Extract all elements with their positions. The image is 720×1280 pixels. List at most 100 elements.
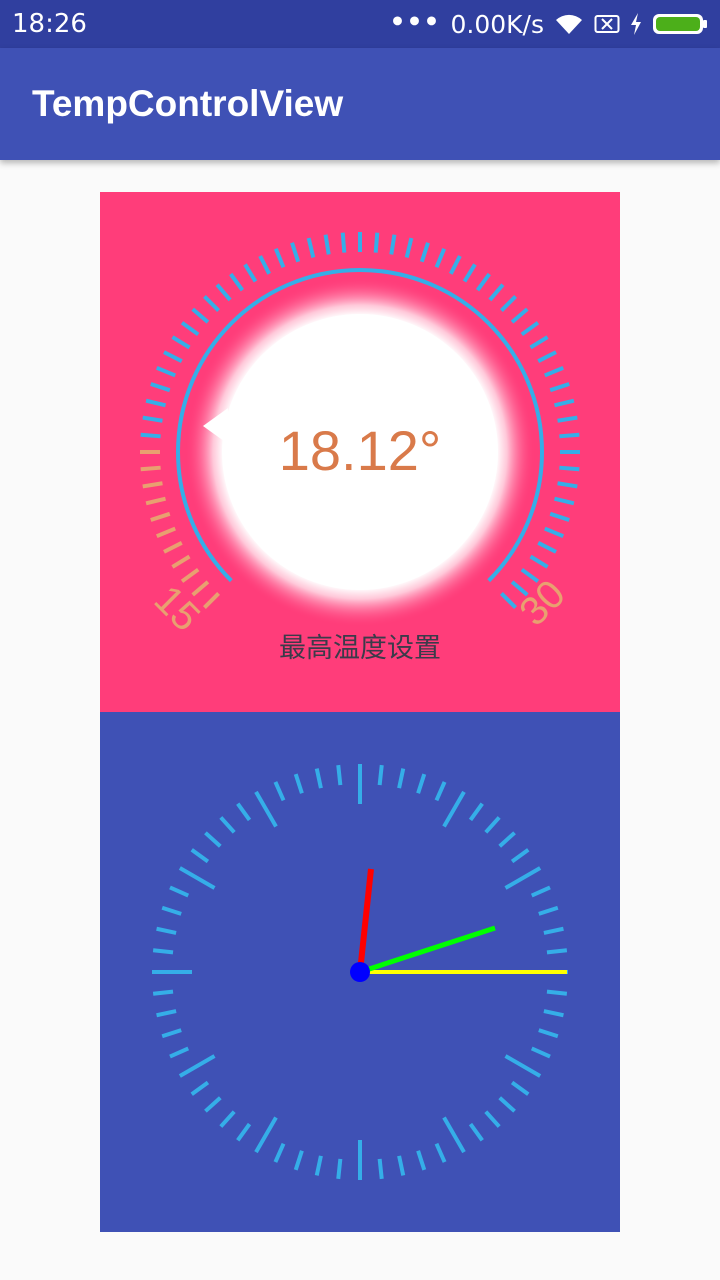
clock-minor-tick <box>510 1080 530 1096</box>
temp-tick <box>191 307 210 324</box>
temp-tick <box>554 496 575 506</box>
clock-minor-tick <box>434 1142 447 1163</box>
temp-tick <box>529 554 549 569</box>
clock-minor-tick <box>543 1009 564 1018</box>
clock-minor-tick <box>397 1155 406 1176</box>
hour-hand <box>357 868 374 973</box>
temp-tick <box>191 580 210 597</box>
sim-disabled-icon <box>594 13 620 35</box>
battery-icon <box>652 12 708 36</box>
clock-minor-tick <box>293 1150 304 1171</box>
clock-minor-tick <box>484 1110 501 1128</box>
clock-minor-tick <box>273 781 286 802</box>
clock-minor-tick <box>273 1142 286 1163</box>
temp-tick <box>155 365 176 378</box>
temp-tick <box>243 263 258 283</box>
clock-minor-tick <box>377 1158 384 1180</box>
temp-tick <box>150 382 171 393</box>
temp-tick <box>290 242 301 263</box>
clock-minor-tick <box>336 1158 343 1180</box>
clock-major-tick <box>442 790 466 828</box>
temp-tick <box>475 272 491 292</box>
temp-tick <box>520 321 540 337</box>
clock-minor-tick <box>169 885 190 898</box>
temp-tick <box>229 272 245 292</box>
charging-bolt-icon <box>630 13 642 35</box>
more-dots-icon: ••• <box>389 6 441 36</box>
temp-tick <box>203 592 220 609</box>
clock-minor-tick <box>434 781 447 802</box>
clock-minor-tick <box>152 989 174 996</box>
clock-minor-tick <box>468 1122 484 1142</box>
temp-tick <box>373 232 380 253</box>
clock-minor-tick <box>498 831 516 848</box>
temp-tick <box>163 350 183 363</box>
clock-view <box>100 712 620 1232</box>
clock-minor-tick <box>156 1009 177 1018</box>
temp-tick <box>215 283 232 302</box>
clock-minor-tick <box>538 905 559 916</box>
temp-tick <box>180 567 200 583</box>
clock-major-tick <box>178 866 216 890</box>
clock-face <box>152 764 568 1180</box>
clock-major-tick <box>504 1054 542 1078</box>
clock-minor-tick <box>538 1028 559 1039</box>
temp-tick <box>150 511 171 522</box>
clock-minor-tick <box>377 764 384 786</box>
clock-minor-tick <box>498 1096 516 1113</box>
clock-major-tick <box>254 790 278 828</box>
clock-minor-tick <box>546 989 568 996</box>
clock-major-tick <box>178 1054 216 1078</box>
temp-tick <box>488 283 505 302</box>
clock-major-tick <box>442 1116 466 1154</box>
temp-tick <box>554 398 575 408</box>
clock-minor-tick <box>530 1046 551 1059</box>
temp-control-view[interactable]: 15 30 18.12° 最高温度设置 <box>100 192 620 712</box>
temp-tick <box>462 263 477 283</box>
clock-minor-tick <box>336 764 343 786</box>
clock-minor-tick <box>236 802 252 822</box>
clock-minor-tick <box>161 905 182 916</box>
temp-tick <box>323 234 331 255</box>
temp-tick <box>145 398 166 408</box>
clock-minor-tick <box>468 802 484 822</box>
clock-minor-tick <box>190 1080 210 1096</box>
temp-tick <box>537 541 557 554</box>
clock-major-tick <box>504 866 542 890</box>
temp-tick <box>306 237 316 258</box>
clock-minor-tick <box>416 1150 427 1171</box>
status-bar: 18:26 ••• 0.00K/s <box>0 0 720 48</box>
clock-minor-tick <box>169 1046 190 1059</box>
clock-minor-tick <box>190 848 210 864</box>
temp-max-label: 30 <box>511 572 574 635</box>
temp-value: 18.12° <box>278 419 442 482</box>
temp-tick <box>340 232 347 253</box>
temp-tick <box>434 247 447 268</box>
clock-minor-tick <box>314 768 323 789</box>
clock-minor-tick <box>236 1122 252 1142</box>
clock-minor-tick <box>204 831 222 848</box>
temp-tick <box>145 496 166 506</box>
clock-minor-tick <box>416 773 427 794</box>
temp-tick <box>500 295 517 312</box>
temp-tick <box>549 382 570 393</box>
clock-minor-tick <box>543 926 564 935</box>
temp-tick <box>549 511 570 522</box>
status-time: 18:26 <box>12 9 87 39</box>
temp-tick <box>529 335 549 350</box>
temp-caption: 最高温度设置 <box>279 633 441 664</box>
clock-minor-tick <box>314 1155 323 1176</box>
clock-major-tick <box>254 1116 278 1154</box>
clock-minor-tick <box>546 948 568 955</box>
minute-hand <box>359 925 496 975</box>
clock-center-dot <box>350 962 370 982</box>
clock-minor-tick <box>156 926 177 935</box>
clock-minor-tick <box>219 816 236 834</box>
wifi-icon <box>554 12 584 36</box>
clock-minor-tick <box>161 1028 182 1039</box>
temp-tick <box>180 321 200 337</box>
temp-tick <box>510 307 529 324</box>
temp-tick <box>544 526 565 539</box>
temp-tick <box>389 234 397 255</box>
network-speed: 0.00K/s <box>450 9 544 39</box>
